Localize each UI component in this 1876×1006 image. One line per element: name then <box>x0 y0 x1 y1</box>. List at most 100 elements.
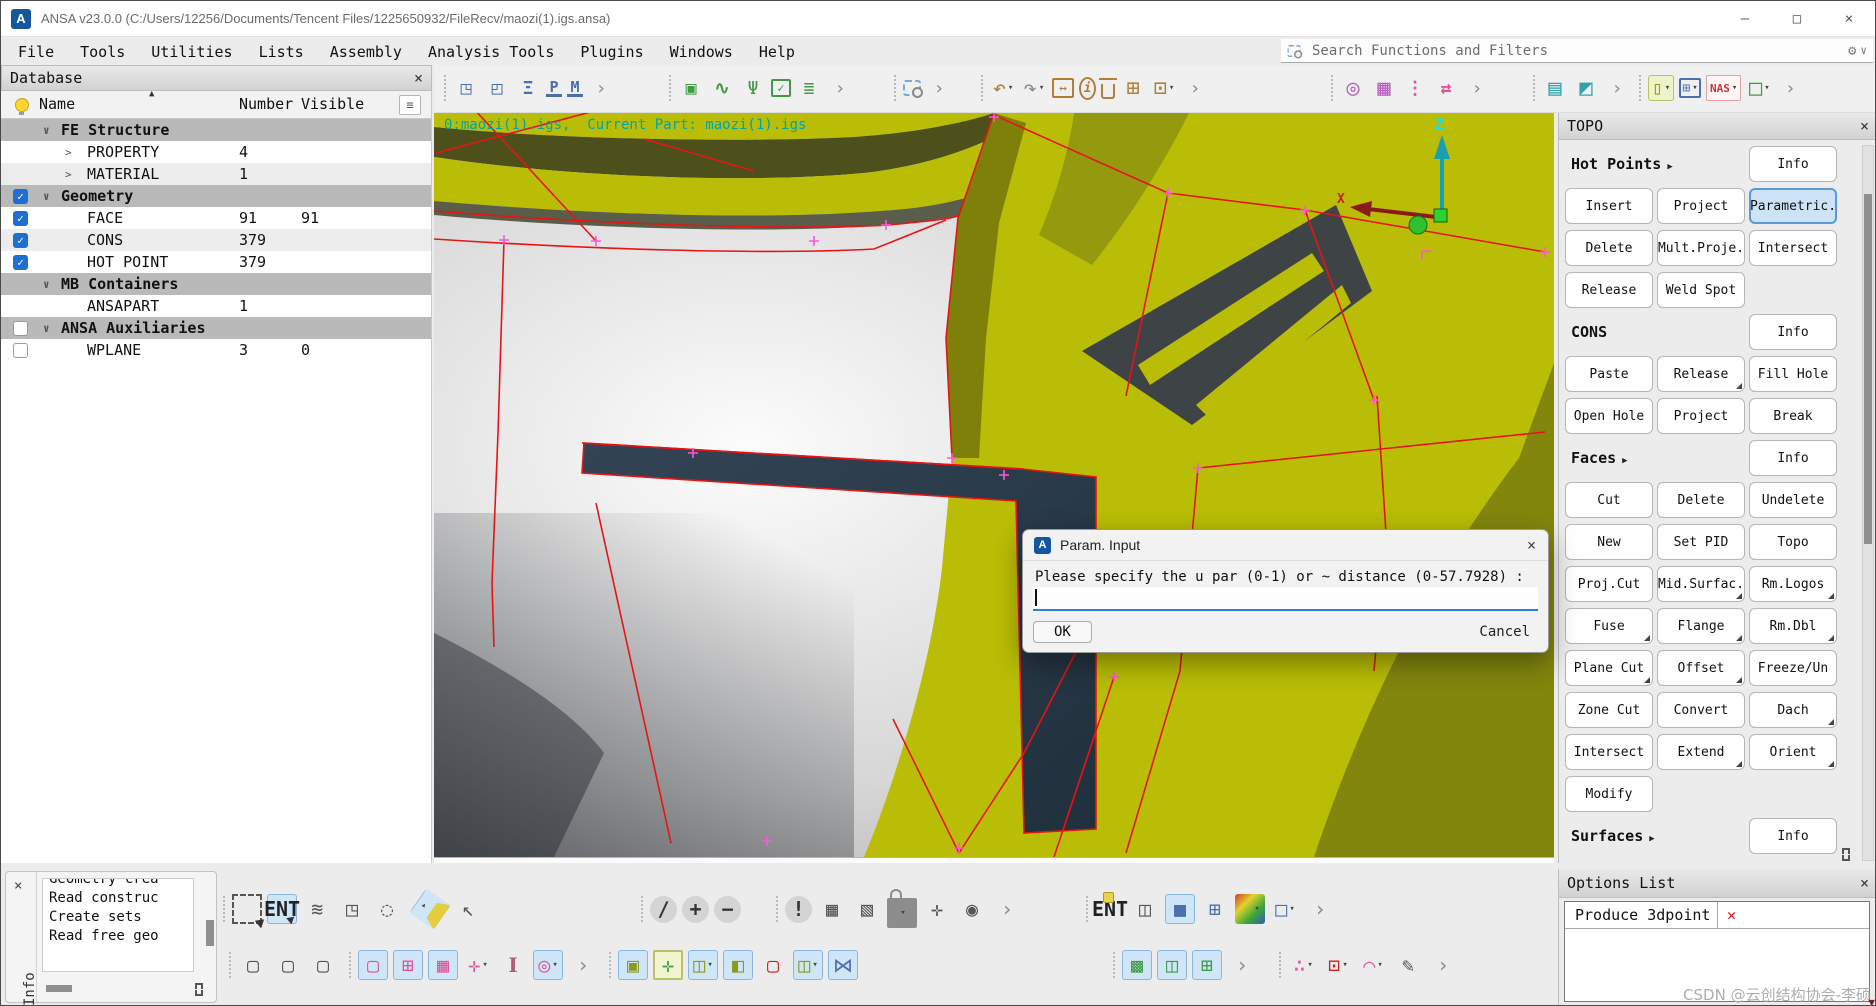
pink-mesh-cube-icon[interactable]: ▦ <box>428 950 458 980</box>
button-open-hole[interactable]: Open Hole <box>1565 398 1653 434</box>
button-modify[interactable]: Modify <box>1565 776 1653 812</box>
button-dach[interactable]: Dach <box>1749 692 1837 728</box>
button-rm-logos[interactable]: Rm.Logos <box>1749 566 1837 602</box>
tree-row-ansa-auxiliaries[interactable]: ∨ANSA Auxiliaries <box>1 317 431 339</box>
more-icon[interactable]: › <box>1428 950 1458 980</box>
iso-cube1-icon[interactable]: ▢ <box>238 950 268 980</box>
green-cube-icon[interactable]: ▩ <box>1122 950 1152 980</box>
red-node-square-icon[interactable]: ⊡▾ <box>1323 950 1353 980</box>
node-circle-icon[interactable]: ∴▾ <box>1288 950 1318 980</box>
tree-row-property[interactable]: >PROPERTY4 <box>1 141 431 163</box>
chevron-expanded-icon[interactable]: ∨ <box>43 322 50 335</box>
compare-droplets-icon[interactable]: Ψ <box>740 75 766 101</box>
checkbox-checked[interactable]: ✓ <box>13 189 28 204</box>
button-new[interactable]: New <box>1565 524 1653 560</box>
database-stack-icon[interactable]: Ξ <box>515 75 541 101</box>
center-nodes-icon[interactable]: ✛ <box>922 894 952 924</box>
more-icon[interactable]: › <box>827 75 853 101</box>
button-release[interactable]: Release <box>1657 356 1745 392</box>
close-icon[interactable]: × <box>1860 874 1869 892</box>
tree-row-mb-containers[interactable]: ∨MB Containers <box>1 273 431 295</box>
nas-format-icon[interactable]: NAS▾ <box>1706 75 1741 101</box>
drag-handle-icon[interactable] <box>776 896 778 922</box>
zoom-in-icon[interactable]: + <box>682 896 709 923</box>
drag-handle-icon[interactable] <box>1086 896 1088 922</box>
button-info[interactable]: Info <box>1749 146 1837 182</box>
button-proj-cut[interactable]: Proj.Cut <box>1565 566 1653 602</box>
button-break[interactable]: Break <box>1749 398 1837 434</box>
tree-row-ansapart[interactable]: ANSAPART1 <box>1 295 431 317</box>
spacing-dots-icon[interactable]: ⋮ <box>1402 75 1428 101</box>
drag-handle-icon[interactable] <box>223 896 225 922</box>
maximize-button[interactable]: □ <box>1771 1 1823 37</box>
redo-icon[interactable]: ↷▾ <box>1021 75 1047 101</box>
pink-face-cube-icon[interactable]: ⊞ <box>393 950 423 980</box>
pencil-icon[interactable]: ✎ <box>1393 950 1423 980</box>
section-label-cons[interactable]: CONS <box>1571 323 1607 341</box>
pink-wire-cube-icon[interactable]: ▢ <box>358 950 388 980</box>
shaded-cube-icon[interactable]: ■ <box>1165 894 1195 924</box>
pointer-icon[interactable]: ↖ <box>453 894 483 924</box>
button-fill-hole[interactable]: Fill Hole <box>1749 356 1837 392</box>
ok-button[interactable]: OK <box>1033 621 1092 643</box>
button-freeze-un[interactable]: Freeze/Un <box>1749 650 1837 686</box>
tree-row-hot-point[interactable]: ✓HOT POINT379 <box>1 251 431 273</box>
drag-handle-icon[interactable] <box>349 952 351 978</box>
rainbow-cube-icon[interactable]: ■▾ <box>1235 894 1265 924</box>
more-icon[interactable]: › <box>588 75 614 101</box>
property-list-icon[interactable]: P <box>546 79 562 97</box>
section-label-surfaces[interactable]: Surfaces▶ <box>1571 827 1655 845</box>
dialog-titlebar[interactable]: A Param. Input × <box>1023 530 1548 561</box>
frame-tool-icon[interactable]: ▣ <box>678 75 704 101</box>
more-icon[interactable]: › <box>1777 75 1803 101</box>
tree-row-geometry[interactable]: ✓∨Geometry <box>1 185 431 207</box>
column-number[interactable]: Number <box>239 95 293 113</box>
lock-icon[interactable]: ▾ <box>887 898 917 928</box>
info-hscrollbar[interactable] <box>46 985 72 992</box>
scrollbar-thumb[interactable] <box>1864 194 1872 544</box>
column-visible[interactable]: Visible <box>301 95 364 113</box>
more-icon[interactable]: › <box>1305 894 1335 924</box>
curve-tool2-icon[interactable]: ⌒▾ <box>1358 950 1388 980</box>
chevron-expanded-icon[interactable]: ∨ <box>43 190 50 203</box>
zoom-area-icon[interactable] <box>903 80 921 96</box>
more-icon[interactable]: › <box>992 894 1022 924</box>
draw-mode-icon[interactable]: ▯▾ <box>1648 75 1674 101</box>
button-offset[interactable]: Offset <box>1657 650 1745 686</box>
tree-row-material[interactable]: >MATERIAL1 <box>1 163 431 185</box>
parts-blocks-icon[interactable]: ◰ <box>484 75 510 101</box>
checkbox-unchecked[interactable] <box>13 343 28 358</box>
menu-utilities[interactable]: Utilities <box>138 43 245 61</box>
notes-pad-icon[interactable]: ▤ <box>1542 75 1568 101</box>
button-set-pid[interactable]: Set PID <box>1657 524 1745 560</box>
chevron-expanded-icon[interactable]: ∨ <box>43 278 50 291</box>
mesh-frame-icon[interactable]: ▦ <box>1371 75 1397 101</box>
wire-cube-icon[interactable]: □▾ <box>1270 894 1300 924</box>
tree-row-fe-structure[interactable]: ∨FE Structure <box>1 119 431 141</box>
sort-arrow-icon[interactable]: ▲ <box>149 89 154 99</box>
button-mult-proje[interactable]: Mult.Proje. <box>1657 230 1745 266</box>
ent-yellow-icon[interactable]: ENT <box>1095 894 1125 924</box>
button-orient[interactable]: Orient <box>1749 734 1837 770</box>
add-points-icon[interactable]: ✛▾ <box>463 950 493 980</box>
button-parametric[interactable]: Parametric. <box>1749 188 1837 224</box>
ent-select-icon[interactable]: ENT <box>267 894 297 924</box>
button-project[interactable]: Project <box>1657 398 1745 434</box>
menu-file[interactable]: File <box>5 43 67 61</box>
button-cut[interactable]: Cut <box>1565 482 1653 518</box>
gear-icon[interactable]: ⚙ <box>1848 43 1856 59</box>
chevron-collapsed-icon[interactable]: > <box>65 146 72 159</box>
button-paste[interactable]: Paste <box>1565 356 1653 392</box>
expand-panel-icon[interactable] <box>1842 848 1855 861</box>
button-plane-cut[interactable]: Plane Cut <box>1565 650 1653 686</box>
chevron-down-icon[interactable]: ∨ <box>1860 44 1867 57</box>
face-split-icon[interactable]: ◫▾ <box>688 950 718 980</box>
info-vscrollbar[interactable] <box>206 920 214 946</box>
delete-trash-icon[interactable] <box>1101 84 1115 99</box>
box-select-icon[interactable] <box>232 894 262 924</box>
hex-section-icon[interactable]: ◎▾ <box>533 950 563 980</box>
quad-view-icon[interactable]: ◩ <box>1573 75 1599 101</box>
corner-select-icon[interactable]: ◳ <box>337 894 367 924</box>
more-icon[interactable]: › <box>1182 75 1208 101</box>
viewport-3d[interactable]: Z X 0:maozi(1).igs, Current Part: maozi(… <box>434 113 1554 857</box>
